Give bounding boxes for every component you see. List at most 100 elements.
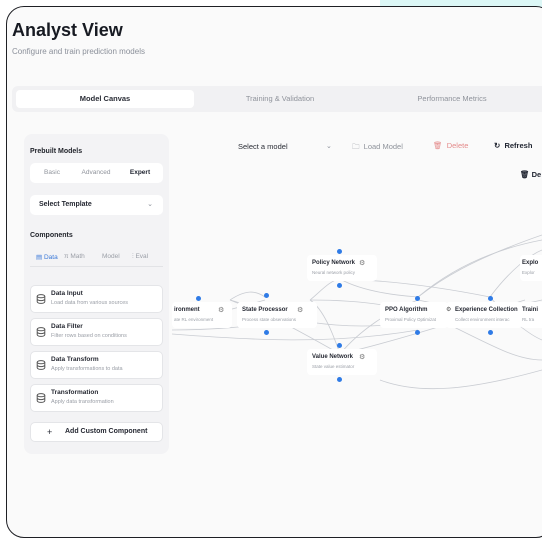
chart-icon: ⫶ xyxy=(132,253,134,260)
component-name: Data Input xyxy=(51,290,83,297)
refresh-icon: ↻ xyxy=(494,141,501,150)
level-advanced-button[interactable]: Advanced xyxy=(72,166,120,180)
add-custom-label: Add Custom Component xyxy=(65,428,148,435)
component-data-filter[interactable]: Data Filter Filter rows based on conditi… xyxy=(30,318,163,346)
components-title: Components xyxy=(30,232,73,239)
settings-icon: ⚙ xyxy=(446,307,452,313)
delete-node-label: De xyxy=(531,170,542,179)
tab-performance-metrics[interactable]: Performance Metrics xyxy=(366,90,538,108)
connection-port[interactable] xyxy=(337,249,342,254)
load-model-button[interactable]: 🗀 Load Model xyxy=(352,141,403,154)
node-training[interactable]: Traini RL tra xyxy=(520,302,542,328)
table-icon: ▤ xyxy=(36,254,43,261)
delete-node-button[interactable]: 🗑 De xyxy=(520,170,541,179)
gear-icon: ⚙ xyxy=(359,354,366,361)
node-desc: State value estimator xyxy=(312,364,355,369)
connection-port[interactable] xyxy=(264,330,269,335)
connection-port[interactable] xyxy=(488,296,493,301)
tab-model-canvas[interactable]: Model Canvas xyxy=(16,90,194,108)
node-experience-collection[interactable]: ⚙ Experience Collection Collect environm… xyxy=(446,302,522,328)
node-environment[interactable]: ironment ⚙ ate RL environment xyxy=(172,302,232,328)
connection-port[interactable] xyxy=(415,330,420,335)
node-policy-network[interactable]: Policy Network ⚙ Neural network policy xyxy=(307,255,377,281)
delete-label: Delete xyxy=(446,141,469,150)
node-name: Traini xyxy=(522,307,539,313)
component-name: Data Filter xyxy=(51,323,83,330)
component-desc: Load data from various sources xyxy=(51,300,129,306)
delete-button[interactable]: 🗑 Delete xyxy=(433,141,468,150)
tab-eval[interactable]: ⫶ Eval xyxy=(132,253,148,261)
model-select-label: Select a model xyxy=(238,142,288,151)
trash-icon: 🗑 xyxy=(433,141,443,150)
refresh-button[interactable]: ↻ Refresh xyxy=(494,141,532,150)
node-desc: Neural network policy xyxy=(312,270,356,275)
component-desc: Filter rows based on conditions xyxy=(51,333,127,339)
node-exploration[interactable]: Explo Explor xyxy=(520,255,542,281)
pi-icon: π xyxy=(64,253,69,260)
side-panel: Prebuilt Models Basic Advanced Expert Se… xyxy=(24,134,169,454)
node-name: Policy Network xyxy=(312,260,356,266)
node-desc: Collect environment interac xyxy=(455,317,510,322)
chevron-down-icon: ⌄ xyxy=(326,143,332,150)
tab-math-label: Math xyxy=(70,253,85,260)
node-name: Value Network xyxy=(312,354,354,360)
gear-icon: ⚙ xyxy=(218,307,225,314)
gear-icon: ⚙ xyxy=(359,260,366,267)
connection-port[interactable] xyxy=(337,377,342,382)
node-name: ironment xyxy=(174,307,200,313)
prebuilt-models-title: Prebuilt Models xyxy=(30,148,83,155)
node-desc: ate RL environment xyxy=(174,317,214,322)
connection-port[interactable] xyxy=(264,293,269,298)
add-custom-component-button[interactable]: + Add Custom Component xyxy=(30,422,163,442)
model-select[interactable]: Select a model ⌄ xyxy=(238,138,338,156)
tab-model-label: Model xyxy=(102,253,120,260)
chevron-down-icon: ⌄ xyxy=(147,201,153,208)
node-desc: Explor xyxy=(522,270,535,275)
node-name: Experience Collection xyxy=(455,307,518,313)
page-subtitle: Configure and train prediction models xyxy=(12,47,145,56)
tab-math[interactable]: π Math xyxy=(64,253,85,260)
node-desc: Proximal Policy Optimizat xyxy=(385,317,437,322)
connection-port[interactable] xyxy=(337,283,342,288)
database-icon xyxy=(36,327,46,337)
page-title: Analyst View xyxy=(12,20,123,40)
plus-icon: + xyxy=(47,427,53,437)
tab-data-label: Data xyxy=(43,254,58,261)
tab-data[interactable]: ▤ Data xyxy=(36,253,58,261)
load-model-label: Load Model xyxy=(363,142,403,151)
level-basic-button[interactable]: Basic xyxy=(32,166,72,180)
connection-port[interactable] xyxy=(488,330,493,335)
level-selector: Basic Advanced Expert xyxy=(30,163,163,183)
node-name: PPO Algorithm xyxy=(385,307,428,313)
gear-icon: ⚙ xyxy=(297,307,304,314)
component-desc: Apply transformations to data xyxy=(51,366,123,372)
connection-port[interactable] xyxy=(415,296,420,301)
component-data-input[interactable]: Data Input Load data from various source… xyxy=(30,285,163,313)
folder-icon: 🗀 xyxy=(352,142,360,151)
trash-icon: 🗑 xyxy=(520,170,530,179)
template-select-label: Select Template xyxy=(39,201,92,208)
database-icon xyxy=(36,360,46,370)
tab-model[interactable]: Model xyxy=(102,253,120,260)
node-state-processor[interactable]: State Processor ⚙ Process state observat… xyxy=(237,302,317,328)
connection-port[interactable] xyxy=(337,343,342,348)
node-name: State Processor xyxy=(242,307,288,313)
component-desc: Apply data transformation xyxy=(51,399,114,405)
node-value-network[interactable]: Value Network ⚙ State value estimator xyxy=(307,349,377,375)
main-tabs: Model Canvas Training & Validation Perfo… xyxy=(12,86,542,112)
database-icon xyxy=(36,393,46,403)
node-desc: RL tra xyxy=(522,317,535,322)
component-name: Transformation xyxy=(51,389,99,396)
divider xyxy=(30,266,163,267)
database-icon xyxy=(36,294,46,304)
node-ppo-algorithm[interactable]: PPO Algorithm Proximal Policy Optimizat xyxy=(380,302,448,328)
template-select[interactable]: Select Template ⌄ xyxy=(30,195,163,215)
level-expert-button[interactable]: Expert xyxy=(120,166,160,180)
tab-eval-label: Eval xyxy=(135,253,149,260)
tab-training-validation[interactable]: Training & Validation xyxy=(194,90,366,108)
node-name: Explo xyxy=(522,260,539,266)
node-desc: Process state observations xyxy=(242,317,297,322)
component-data-transform[interactable]: Data Transform Apply transformations to … xyxy=(30,351,163,379)
connection-port[interactable] xyxy=(196,296,201,301)
component-transformation[interactable]: Transformation Apply data transformation xyxy=(30,384,163,412)
